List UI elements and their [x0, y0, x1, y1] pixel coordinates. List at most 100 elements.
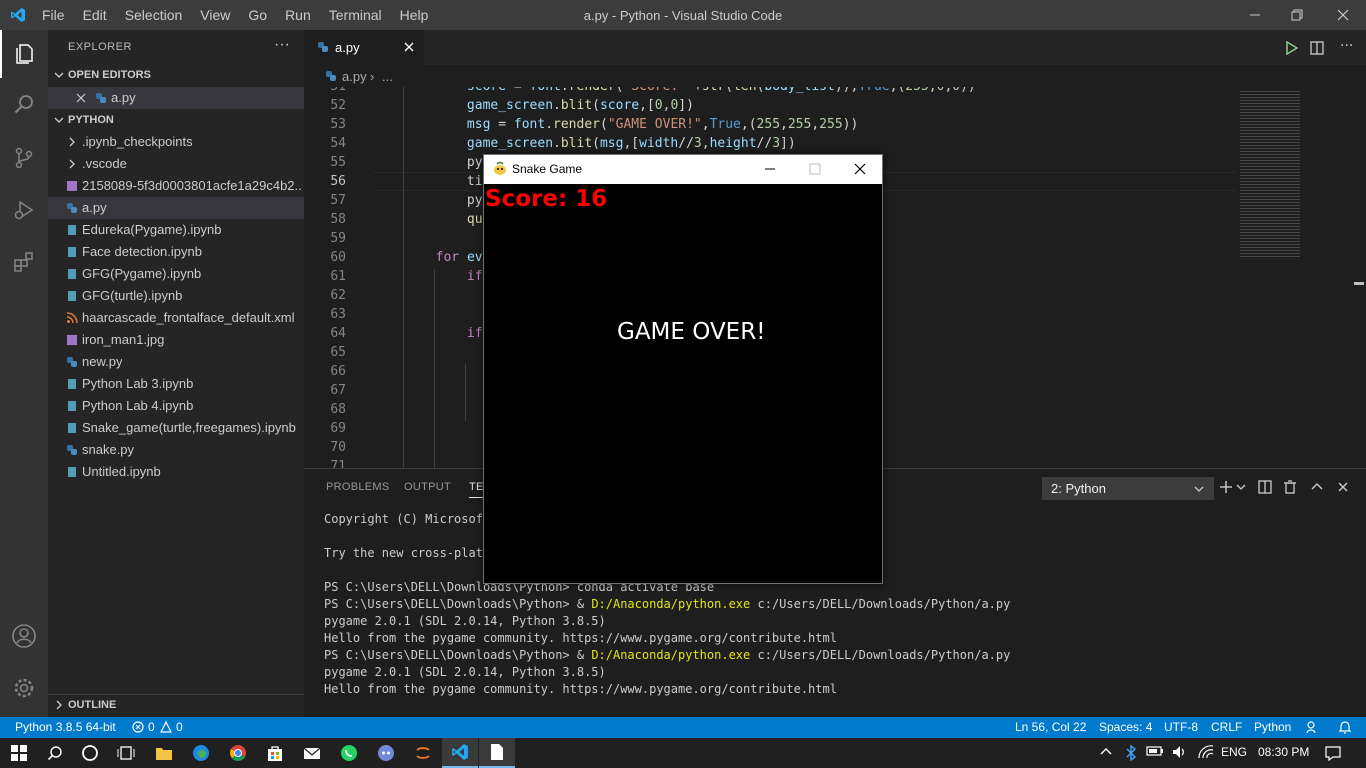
tree-item-file[interactable]: a.py: [48, 197, 304, 219]
activity-extensions[interactable]: [0, 238, 48, 286]
cortana-button[interactable]: [72, 738, 108, 768]
maximize-panel-icon[interactable]: [1309, 479, 1325, 495]
tree-item-file[interactable]: Face detection.ipynb: [48, 241, 304, 263]
pygame-title-bar[interactable]: Snake Game: [484, 155, 882, 184]
activity-manage[interactable]: [0, 664, 48, 712]
battery-icon[interactable]: [1146, 745, 1164, 760]
menu-help[interactable]: Help: [400, 7, 429, 23]
taskbar-whatsapp[interactable]: [331, 738, 367, 768]
clock[interactable]: 08:30 PM: [1258, 745, 1309, 759]
menu-terminal[interactable]: Terminal: [329, 7, 382, 23]
menu-run[interactable]: Run: [285, 7, 311, 23]
scrollbar-thumb[interactable]: [1354, 282, 1364, 285]
taskbar-jupyter[interactable]: [405, 738, 441, 768]
notifications-bell-icon[interactable]: [1338, 720, 1352, 737]
feedback-icon[interactable]: [1306, 720, 1320, 737]
outline-section[interactable]: OUTLINE: [48, 694, 304, 716]
restore-button[interactable]: [1274, 0, 1320, 30]
cursor-position[interactable]: Ln 56, Col 22: [1015, 720, 1086, 734]
maximize-icon[interactable]: [809, 163, 821, 178]
activity-source-control[interactable]: [0, 134, 48, 182]
encoding[interactable]: UTF-8: [1164, 720, 1198, 734]
action-center-icon[interactable]: [1325, 745, 1341, 764]
tree-item-folder[interactable]: .ipynb_checkpoints: [48, 131, 304, 153]
open-editor-item[interactable]: a.py: [48, 87, 304, 109]
trash-icon[interactable]: [1282, 479, 1298, 495]
taskbar-edge[interactable]: [183, 738, 219, 768]
tab-problems[interactable]: PROBLEMS: [326, 481, 390, 493]
close-editor-icon[interactable]: [75, 92, 87, 104]
close-tab-icon[interactable]: [403, 41, 415, 56]
tree-item-label: iron_man1.jpg: [82, 332, 165, 347]
tree-item-file[interactable]: new.py: [48, 351, 304, 373]
split-terminal-icon[interactable]: [1257, 479, 1273, 495]
menu-selection[interactable]: Selection: [125, 7, 183, 23]
error-icon[interactable]: [132, 720, 144, 734]
new-terminal-icon[interactable]: [1218, 479, 1234, 495]
chevron-down-icon[interactable]: [1236, 479, 1252, 495]
menu-file[interactable]: File: [42, 7, 65, 23]
breadcrumb: a.py › ...: [304, 65, 1236, 87]
tree-item-file[interactable]: Untitled.ipynb: [48, 461, 304, 483]
more-actions-icon[interactable]: ···: [274, 36, 290, 54]
warning-icon[interactable]: [160, 720, 172, 734]
taskbar-discord[interactable]: [368, 738, 404, 768]
input-language[interactable]: ENG: [1221, 745, 1247, 759]
tab-output[interactable]: OUTPUT: [404, 481, 451, 493]
activity-search[interactable]: [0, 80, 48, 128]
minimize-button[interactable]: [1232, 0, 1278, 30]
language-mode[interactable]: Python: [1254, 720, 1291, 734]
pygame-window[interactable]: Snake Game Score: 16 GAME OVER!: [483, 154, 883, 584]
taskbar-store[interactable]: [257, 738, 293, 768]
volume-icon[interactable]: [1172, 745, 1188, 762]
python-interpreter[interactable]: Python 3.8.5 64-bit: [15, 720, 116, 734]
terminal-select[interactable]: 2: Python: [1042, 477, 1214, 500]
taskbar-search[interactable]: [37, 738, 73, 768]
breadcrumb-rest[interactable]: ...: [382, 69, 393, 84]
split-editor-icon[interactable]: [1310, 40, 1324, 59]
activity-accounts[interactable]: [0, 612, 48, 660]
menu-go[interactable]: Go: [248, 7, 267, 23]
tree-item-file[interactable]: Snake_game(turtle,freegames).ipynb: [48, 417, 304, 439]
task-view-button[interactable]: [108, 738, 144, 768]
indentation[interactable]: Spaces: 4: [1099, 720, 1152, 734]
show-hidden-icons[interactable]: [1100, 745, 1112, 760]
close-window-button[interactable]: [1320, 0, 1366, 30]
tree-item-file[interactable]: iron_man1.jpg: [48, 329, 304, 351]
start-button[interactable]: [1, 738, 37, 768]
minimize-icon[interactable]: [764, 163, 776, 178]
tree-item-file[interactable]: GFG(Pygame).ipynb: [48, 263, 304, 285]
more-actions-icon[interactable]: ···: [1340, 38, 1353, 54]
open-editors-section[interactable]: OPEN EDITORS: [48, 65, 304, 87]
taskbar-vscode[interactable]: [442, 738, 478, 768]
close-icon[interactable]: [854, 163, 866, 178]
game-canvas[interactable]: Score: 16 GAME OVER!: [484, 184, 882, 583]
taskbar-chrome[interactable]: [220, 738, 256, 768]
tree-item-file[interactable]: GFG(turtle).ipynb: [48, 285, 304, 307]
tree-item-file[interactable]: Python Lab 3.ipynb: [48, 373, 304, 395]
python-folder-section[interactable]: PYTHON: [48, 110, 304, 132]
taskbar-pygame-window[interactable]: [479, 738, 515, 768]
tree-item-file[interactable]: Python Lab 4.ipynb: [48, 395, 304, 417]
bluetooth-icon[interactable]: [1126, 744, 1137, 764]
run-python-file-icon[interactable]: [1284, 40, 1299, 59]
tree-item-file[interactable]: 2158089-5f3d0003801acfe1a29c4b2...: [48, 175, 304, 197]
line-number: 69: [330, 421, 346, 436]
activity-explorer[interactable]: [0, 30, 48, 78]
tab-a-py[interactable]: a.py: [304, 30, 424, 65]
wifi-icon[interactable]: [1198, 745, 1214, 762]
taskbar-mail[interactable]: [294, 738, 330, 768]
tree-item-file[interactable]: snake.py: [48, 439, 304, 461]
tree-item-file[interactable]: haarcascade_frontalface_default.xml: [48, 307, 304, 329]
menu-edit[interactable]: Edit: [83, 7, 107, 23]
breadcrumb-file[interactable]: a.py: [342, 69, 367, 84]
tree-item-file[interactable]: Edureka(Pygame).ipynb: [48, 219, 304, 241]
menu-view[interactable]: View: [200, 7, 230, 23]
close-panel-icon[interactable]: [1335, 479, 1351, 495]
tree-item-folder[interactable]: .vscode: [48, 153, 304, 175]
taskbar-file-explorer[interactable]: [146, 738, 182, 768]
minimap-content: [1240, 89, 1300, 259]
line-ending[interactable]: CRLF: [1211, 720, 1242, 734]
activity-run-debug[interactable]: [0, 186, 48, 234]
minimap[interactable]: [1236, 87, 1366, 468]
